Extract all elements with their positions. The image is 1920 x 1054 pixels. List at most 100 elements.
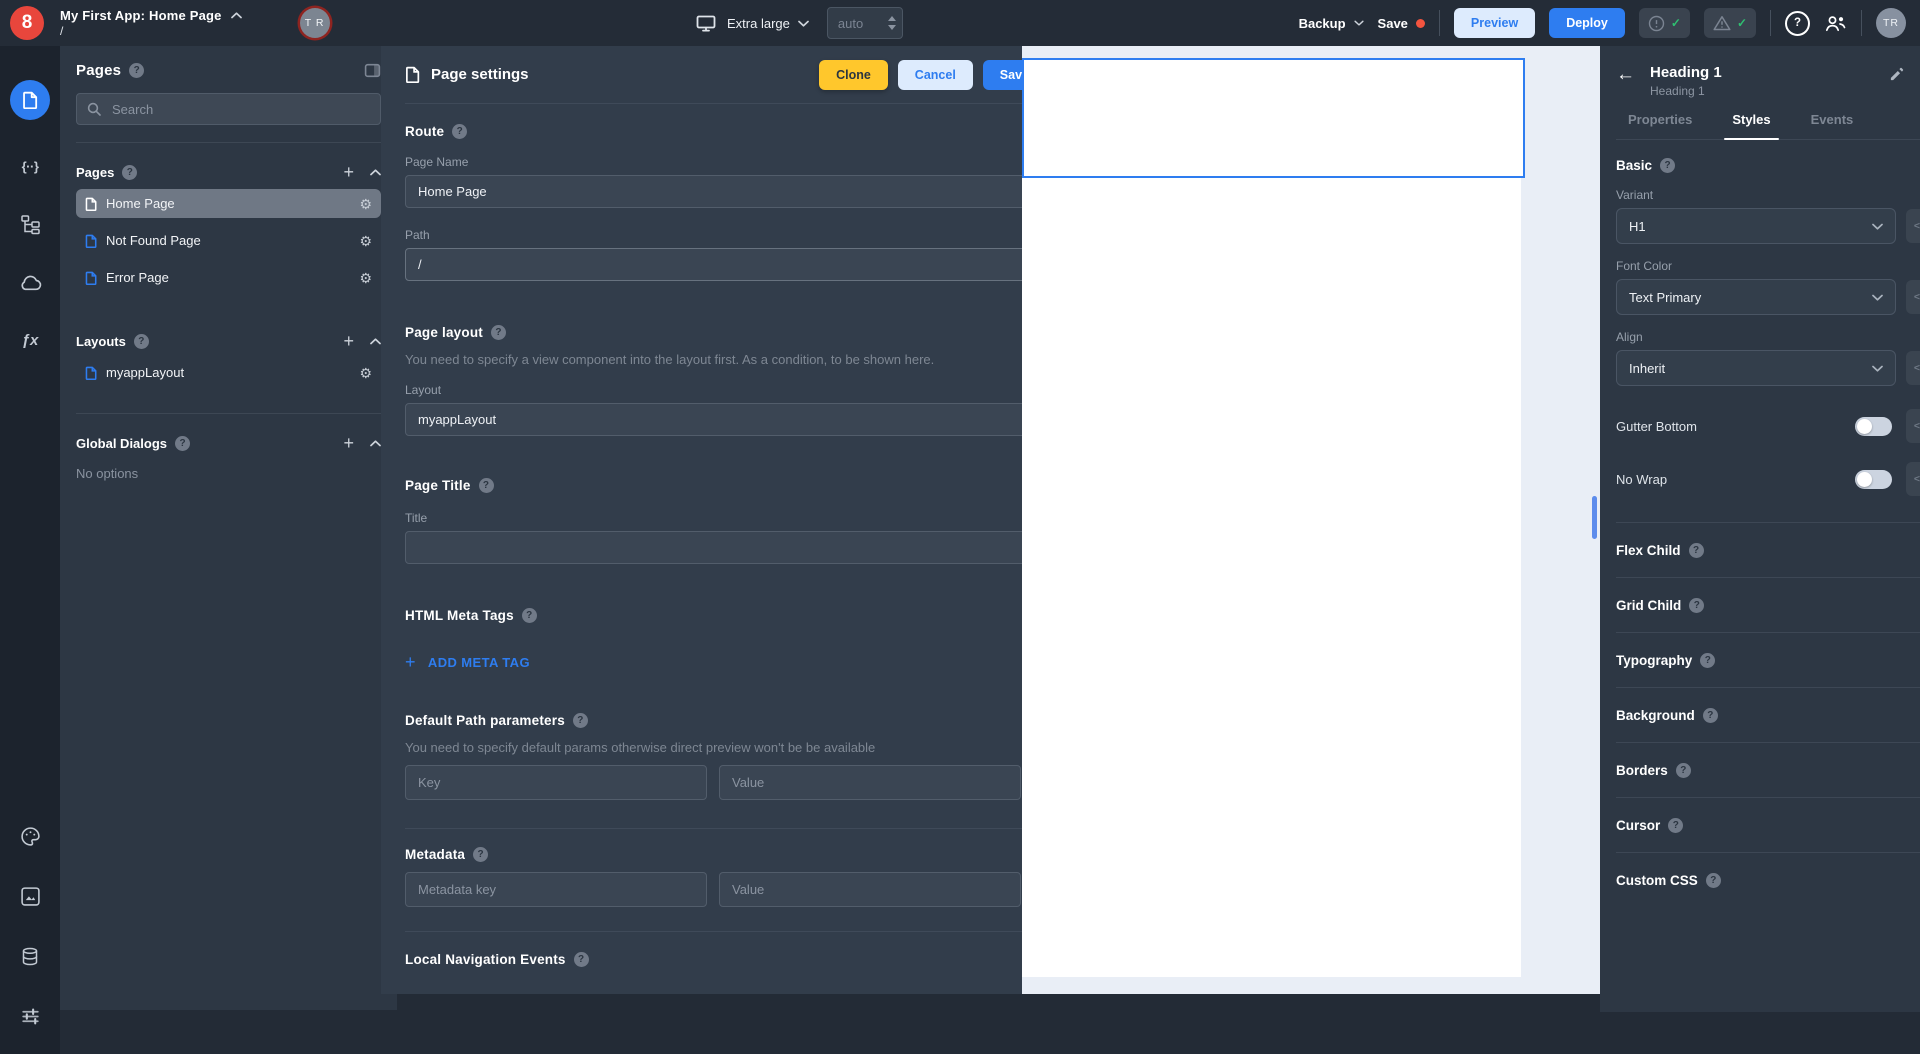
- warnings-status-chip[interactable]: ✓: [1703, 8, 1756, 38]
- selected-heading-component[interactable]: [1022, 58, 1525, 178]
- code-binding-button[interactable]: <>: [1906, 409, 1920, 443]
- help-badge-icon[interactable]: ?: [1688, 542, 1704, 558]
- canvas-scrollbar-thumb[interactable]: [1592, 496, 1597, 539]
- help-badge-icon[interactable]: ?: [490, 325, 506, 340]
- metadata-value-input[interactable]: [719, 872, 1021, 907]
- chevron-up-icon[interactable]: [370, 337, 381, 345]
- section-flex-child[interactable]: Flex Child ?: [1616, 523, 1920, 578]
- users-icon[interactable]: [1824, 15, 1847, 32]
- gear-icon[interactable]: ⚙: [359, 234, 372, 248]
- path-param-value-input[interactable]: [719, 765, 1021, 800]
- back-arrow-icon[interactable]: ←: [1616, 65, 1635, 84]
- help-badge-icon[interactable]: ?: [129, 63, 145, 78]
- code-binding-button[interactable]: <>: [1906, 209, 1920, 243]
- align-select[interactable]: Inherit: [1616, 350, 1896, 386]
- help-badge-icon[interactable]: ?: [521, 608, 537, 623]
- app-info[interactable]: My First App: Home Page /: [60, 8, 242, 38]
- help-badge-icon[interactable]: ?: [1700, 652, 1716, 668]
- help-badge-icon[interactable]: ?: [1705, 872, 1721, 888]
- gutter-bottom-toggle[interactable]: [1855, 416, 1892, 436]
- section-custom-css[interactable]: Custom CSS ?: [1616, 853, 1920, 907]
- collapse-panel-icon[interactable]: [364, 62, 381, 79]
- rail-item-data[interactable]: [18, 944, 42, 968]
- help-badge-icon[interactable]: ?: [1675, 762, 1691, 778]
- help-badge-icon[interactable]: ?: [122, 164, 138, 180]
- cancel-button[interactable]: Cancel: [897, 59, 973, 90]
- presence-avatar[interactable]: T R: [299, 8, 330, 38]
- canvas-page[interactable]: [1022, 58, 1525, 977]
- stepper-arrows[interactable]: [887, 16, 896, 30]
- help-badge-icon[interactable]: ?: [1668, 817, 1684, 833]
- rail-item-theme[interactable]: [18, 824, 42, 848]
- title-input[interactable]: [405, 531, 1065, 564]
- no-wrap-toggle[interactable]: [1855, 469, 1892, 489]
- canvas[interactable]: [1022, 46, 1600, 994]
- page-name-input[interactable]: [405, 175, 1065, 208]
- profile-avatar[interactable]: TR: [1876, 8, 1906, 38]
- help-badge-icon[interactable]: ?: [573, 952, 589, 967]
- metadata-key-input[interactable]: [405, 872, 707, 907]
- gear-icon[interactable]: ⚙: [359, 366, 372, 380]
- chevron-up-icon[interactable]: [370, 168, 381, 176]
- chevron-up-icon[interactable]: [370, 439, 381, 447]
- tab-styles[interactable]: Styles: [1724, 112, 1780, 140]
- rail-item-assets[interactable]: [18, 884, 42, 908]
- errors-status-chip[interactable]: ✓: [1638, 8, 1690, 38]
- add-page-button[interactable]: +: [343, 163, 354, 181]
- help-badge-icon[interactable]: ?: [1702, 707, 1718, 723]
- rail-item-resources[interactable]: [18, 270, 42, 294]
- rail-item-functions[interactable]: ƒx: [18, 328, 42, 352]
- help-badge-icon[interactable]: ?: [572, 713, 588, 728]
- breakpoint-label[interactable]: Extra large: [727, 16, 790, 31]
- add-layout-button[interactable]: +: [343, 332, 354, 350]
- font-color-select[interactable]: Text Primary: [1616, 279, 1896, 315]
- rail-item-code[interactable]: {··}: [18, 154, 42, 178]
- help-badge-icon[interactable]: ?: [473, 847, 489, 862]
- path-input[interactable]: [405, 248, 1065, 281]
- add-meta-tag-button[interactable]: + ADD META TAG: [405, 653, 1046, 671]
- help-badge-icon[interactable]: ?: [133, 333, 149, 349]
- search-box[interactable]: [76, 93, 381, 125]
- add-dialog-button[interactable]: +: [343, 434, 354, 452]
- backup-button[interactable]: Backup: [1299, 16, 1364, 31]
- tab-events[interactable]: Events: [1811, 112, 1854, 139]
- help-icon[interactable]: ?: [1785, 10, 1810, 36]
- section-grid-child[interactable]: Grid Child ?: [1616, 578, 1920, 633]
- help-badge-icon[interactable]: ?: [452, 124, 468, 139]
- rail-item-pages[interactable]: [10, 80, 50, 120]
- tab-properties[interactable]: Properties: [1628, 112, 1692, 139]
- app-logo[interactable]: 8: [10, 6, 44, 40]
- help-badge-icon[interactable]: ?: [1660, 158, 1676, 173]
- save-button[interactable]: Save: [1378, 16, 1425, 31]
- gear-icon[interactable]: ⚙: [359, 271, 372, 285]
- page-list-item-not-found[interactable]: Not Found Page ⚙: [76, 226, 381, 255]
- edit-pencil-icon[interactable]: [1889, 67, 1904, 82]
- code-binding-button[interactable]: <>: [1906, 462, 1920, 496]
- stepper-up-icon[interactable]: [887, 16, 896, 21]
- rail-item-components[interactable]: [18, 212, 42, 236]
- help-badge-icon[interactable]: ?: [478, 478, 494, 493]
- stepper-down-icon[interactable]: [887, 25, 896, 30]
- section-borders[interactable]: Borders ?: [1616, 743, 1920, 798]
- layout-list-item[interactable]: myappLayout ⚙: [76, 358, 381, 387]
- section-background[interactable]: Background ?: [1616, 688, 1920, 743]
- rail-item-settings[interactable]: [18, 1004, 42, 1028]
- layout-select[interactable]: myappLayout: [405, 403, 1046, 436]
- code-binding-button[interactable]: <>: [1906, 351, 1920, 385]
- variant-select[interactable]: H1: [1616, 208, 1896, 244]
- help-badge-icon[interactable]: ?: [175, 435, 191, 451]
- canvas-width-stepper[interactable]: auto: [826, 7, 903, 39]
- preview-button[interactable]: Preview: [1453, 8, 1536, 38]
- search-input[interactable]: [110, 100, 370, 118]
- page-list-item-error[interactable]: Error Page ⚙: [76, 263, 381, 292]
- code-binding-button[interactable]: <>: [1906, 280, 1920, 314]
- deploy-button[interactable]: Deploy: [1549, 8, 1625, 38]
- clone-button[interactable]: Clone: [819, 59, 888, 90]
- section-typography[interactable]: Typography ?: [1616, 633, 1920, 688]
- chevron-down-icon[interactable]: [798, 20, 809, 27]
- page-list-item-home[interactable]: Home Page ⚙: [76, 189, 381, 218]
- gear-icon[interactable]: ⚙: [359, 197, 372, 211]
- help-badge-icon[interactable]: ?: [1689, 597, 1705, 613]
- chevron-up-icon[interactable]: [230, 12, 242, 19]
- section-cursor[interactable]: Cursor ?: [1616, 798, 1920, 853]
